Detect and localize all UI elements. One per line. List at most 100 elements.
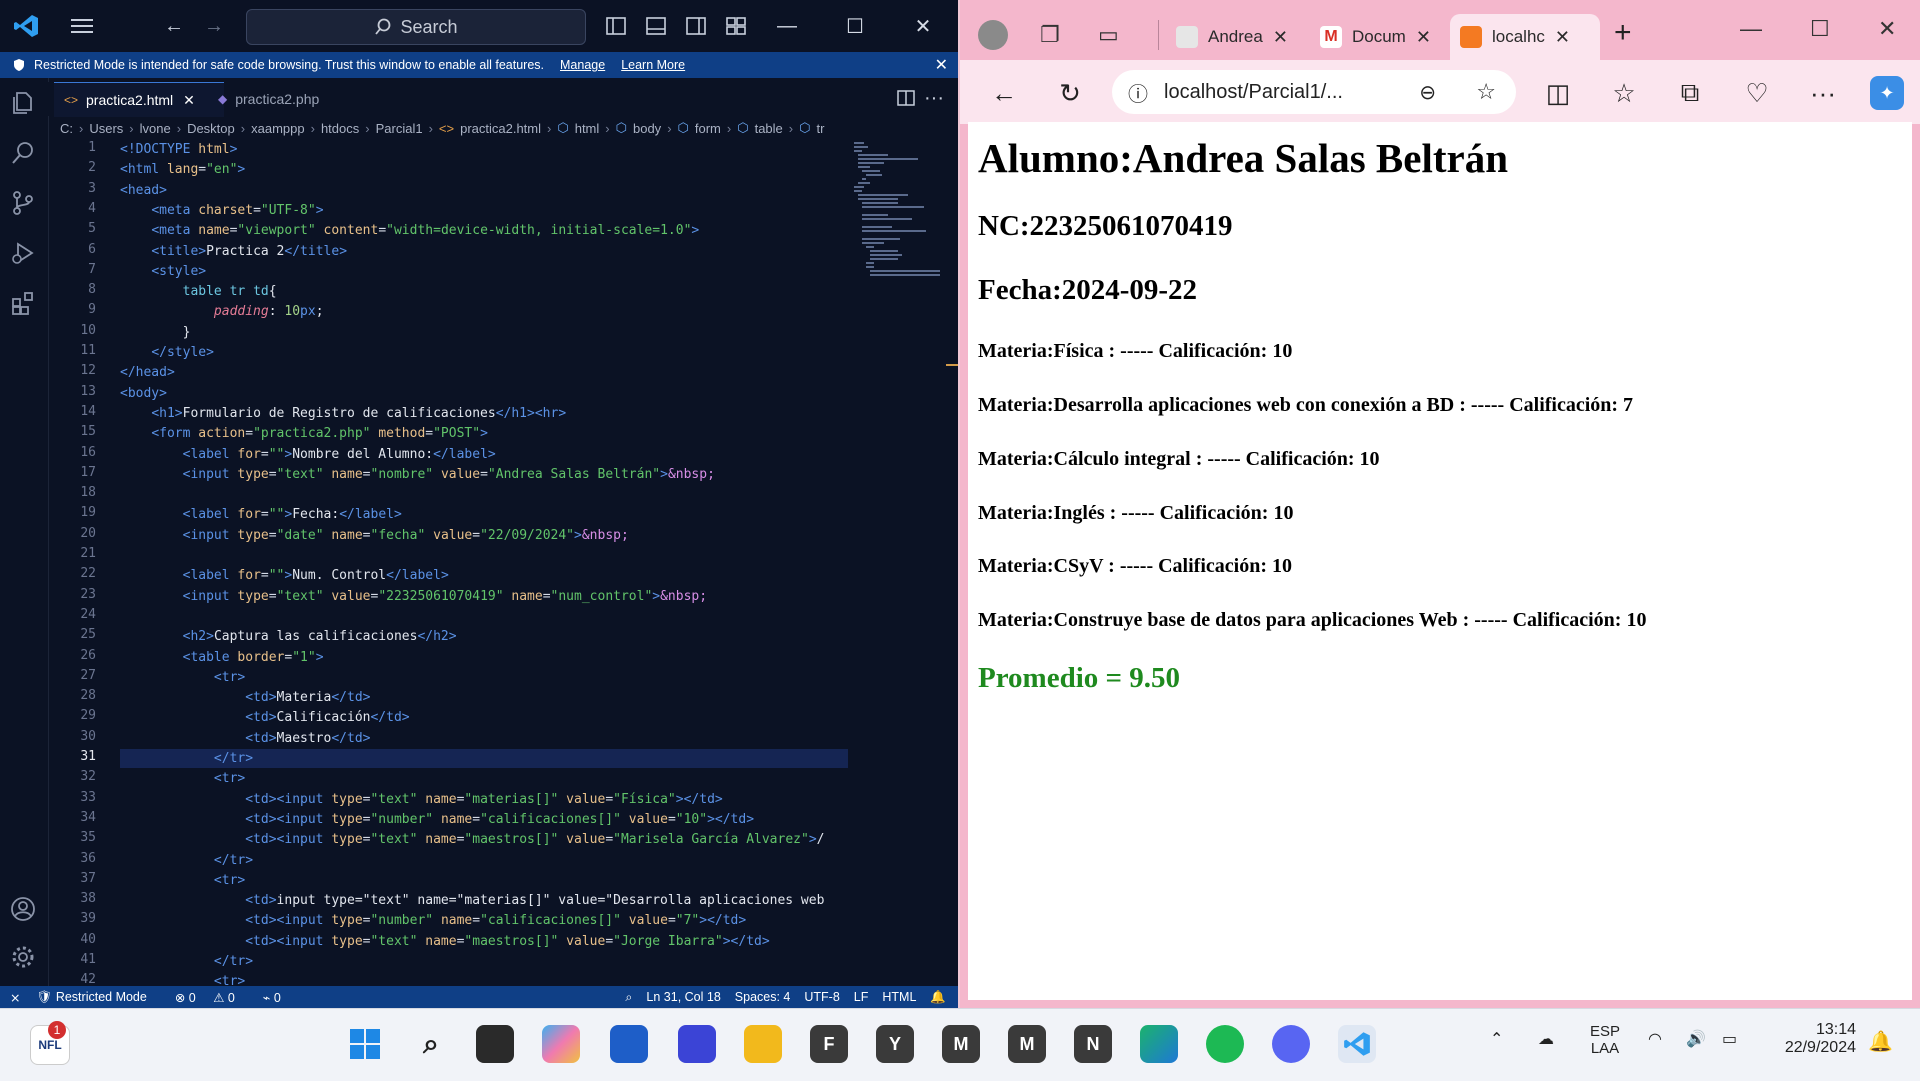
breadcrumb-item[interactable]: body [633, 121, 661, 136]
app-m-icon[interactable]: M [942, 1025, 980, 1063]
language-indicator[interactable]: ESP LAA [1590, 1023, 1620, 1057]
code-line[interactable]: <label for="">Nombre del Alumno:</label> [120, 445, 496, 464]
encoding-status[interactable]: UTF-8 [804, 990, 839, 1004]
close-button[interactable]: ✕ [1878, 16, 1896, 42]
customize-layout-icon[interactable] [722, 12, 750, 40]
manage-link[interactable]: Manage [560, 58, 605, 72]
code-line[interactable]: <input type="text" name="nombre" value="… [120, 465, 715, 484]
code-line[interactable]: <table border="1"> [120, 648, 324, 667]
search-icon[interactable]: ⌕ [412, 1025, 450, 1063]
learn-more-link[interactable]: Learn More [621, 58, 685, 72]
code-line[interactable]: <body> [120, 384, 167, 403]
new-tab-icon[interactable]: + [1614, 16, 1632, 50]
code-line[interactable]: table tr td{ [120, 282, 277, 301]
clock[interactable]: 13:14 22/9/2024 [1770, 1021, 1856, 1057]
minimize-button[interactable]: — [1740, 16, 1762, 42]
code-line[interactable]: <tr> [120, 668, 245, 687]
tab-actions-icon[interactable]: ▭ [1098, 22, 1119, 48]
split-editor-icon[interactable] [892, 84, 920, 112]
extensions-icon[interactable] [10, 290, 38, 318]
close-button[interactable]: ✕ [900, 10, 946, 42]
code-editor[interactable]: 1 <!DOCTYPE html> 2 <html lang="en"> 3 <head>… [48, 140, 848, 985]
code-line[interactable]: </tr> [120, 851, 253, 870]
code-line[interactable]: <h2>Captura las calificaciones</h2> [120, 627, 457, 646]
task-view-icon[interactable] [476, 1025, 514, 1063]
cursor-position[interactable]: Ln 31, Col 18 [646, 990, 720, 1004]
breadcrumb-item[interactable]: htdocs [321, 121, 359, 136]
code-line[interactable]: <html lang="en"> [120, 160, 245, 179]
banner-close-icon[interactable]: ✕ [935, 55, 948, 75]
back-arrow-icon[interactable]: ← [987, 76, 1021, 110]
maximize-button[interactable]: ☐ [832, 10, 878, 42]
ports-status[interactable]: ⌁ 0 [263, 990, 295, 1005]
settings-more-icon[interactable]: ··· [1806, 76, 1840, 110]
account-icon[interactable] [10, 896, 38, 924]
collections-icon[interactable]: ⧉ [1673, 76, 1707, 110]
breadcrumb-item[interactable]: Desktop [187, 121, 235, 136]
wifi-icon[interactable]: ◠ [1648, 1029, 1662, 1049]
code-line[interactable]: <meta charset="UTF-8"> [120, 201, 323, 220]
toggle-secondary-sidebar-icon[interactable] [682, 12, 710, 40]
tab-close-icon[interactable]: ✕ [1555, 27, 1570, 48]
back-arrow-icon[interactable]: ← [160, 12, 188, 40]
file-explorer-icon[interactable] [744, 1025, 782, 1063]
breadcrumb-item[interactable]: xaamppp [251, 121, 304, 136]
battery-icon[interactable]: ▭ [1722, 1029, 1737, 1049]
code-line[interactable]: <tr> [120, 769, 245, 788]
command-search-box[interactable]: Search [246, 9, 586, 45]
zoom-icon[interactable]: ⊖ [1419, 80, 1436, 105]
breadcrumb-item[interactable]: C: [60, 121, 73, 136]
copilot-icon[interactable]: ✦ [1870, 76, 1904, 110]
code-line[interactable]: <head> [120, 181, 167, 200]
address-bar[interactable]: ⓘ localhost/Parcial1/... ⊖ ☆ [1112, 70, 1516, 114]
problems-status[interactable]: ⊗ 0 ⚠ 0 [175, 990, 249, 1005]
breadcrumb-item[interactable]: table [755, 121, 783, 136]
maximize-button[interactable]: ☐ [1810, 16, 1830, 42]
profile-avatar[interactable] [978, 20, 1008, 50]
onedrive-icon[interactable]: ☁ [1538, 1029, 1554, 1049]
tab-close-icon[interactable]: ✕ [1273, 27, 1288, 48]
copilot-icon[interactable] [542, 1025, 580, 1063]
code-line[interactable]: <tr> [120, 871, 245, 890]
code-line[interactable]: <label for="">Fecha:</label> [120, 505, 402, 524]
explorer-icon[interactable] [10, 90, 38, 118]
code-line[interactable]: <td><input type="number" name="calificac… [120, 810, 754, 829]
code-line[interactable]: padding: 10px; [120, 302, 324, 321]
code-line[interactable]: <td>Maestro</td> [120, 729, 370, 748]
favorites-icon[interactable]: ☆ [1607, 76, 1641, 110]
indentation-status[interactable]: Spaces: 4 [735, 990, 791, 1004]
code-line[interactable]: <td><input type="number" name="calificac… [120, 911, 746, 930]
code-line[interactable]: </head> [120, 363, 175, 382]
toggle-sidebar-icon[interactable] [602, 12, 630, 40]
more-actions-icon[interactable]: ··· [920, 84, 948, 112]
run-debug-icon[interactable] [10, 240, 38, 268]
code-line[interactable]: <td>Calificación</td> [120, 708, 409, 727]
app-n-icon[interactable]: N [1074, 1025, 1112, 1063]
remote-icon[interactable]: ⨯ [10, 990, 20, 1005]
code-line[interactable]: } [120, 323, 191, 342]
breadcrumb-item[interactable]: html [575, 121, 600, 136]
code-line[interactable]: <input type="date" name="fecha" value="2… [120, 526, 629, 545]
tab-close-icon[interactable]: ✕ [1416, 27, 1431, 48]
eol-status[interactable]: LF [854, 990, 869, 1004]
code-line[interactable]: <td><input type="text" name="maestros[]"… [120, 932, 769, 951]
source-control-icon[interactable] [10, 190, 38, 218]
breadcrumb-item[interactable]: practica2.html [460, 121, 541, 136]
store-icon[interactable] [610, 1025, 648, 1063]
app-m-icon[interactable]: M [1008, 1025, 1046, 1063]
code-line[interactable]: <meta name="viewport" content="width=dev… [120, 221, 699, 240]
browser-essentials-icon[interactable]: ♡ [1740, 76, 1774, 110]
breadcrumb-item[interactable]: form [695, 121, 721, 136]
breadcrumb-item[interactable]: Parcial1 [376, 121, 423, 136]
code-line[interactable]: <title>Practica 2</title> [120, 242, 347, 261]
code-line[interactable]: </tr> [120, 952, 253, 971]
spotify-icon[interactable] [1206, 1025, 1244, 1063]
forward-arrow-icon[interactable]: → [200, 12, 228, 40]
code-line[interactable]: <tr> [120, 972, 245, 985]
breadcrumb-item[interactable]: tr [817, 121, 825, 136]
code-line[interactable]: <input type="text" value="22325061070419… [120, 587, 707, 606]
minimap[interactable] [852, 140, 942, 280]
workspaces-icon[interactable]: ❐ [1040, 22, 1060, 48]
code-line[interactable]: <td><input type="text" name="materias[]"… [120, 790, 723, 809]
start-windows-icon[interactable] [346, 1025, 384, 1063]
